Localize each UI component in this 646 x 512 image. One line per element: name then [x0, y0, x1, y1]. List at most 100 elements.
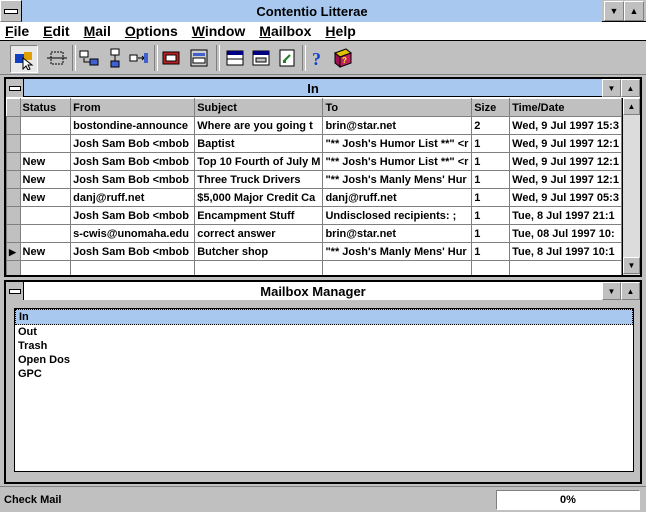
mailbox-manager-minimize[interactable]: ▼	[602, 282, 621, 300]
status-bar: Check Mail 0%	[0, 486, 646, 512]
maximize-icon: ▲	[629, 6, 639, 16]
row-selector[interactable]	[6, 152, 21, 171]
in-window-maximize[interactable]: ▲	[621, 79, 640, 97]
attach-icon	[279, 49, 295, 67]
book-button[interactable]: ?	[330, 45, 356, 71]
column-header-size[interactable]: Size	[471, 98, 511, 117]
progress-indicator: 0%	[496, 490, 640, 510]
minimize-icon: ▼	[607, 286, 616, 296]
cell-size: 1	[471, 134, 511, 153]
status-text: Check Mail	[4, 494, 62, 506]
select-button[interactable]	[44, 45, 70, 71]
row-selector[interactable]	[6, 134, 21, 153]
mailbox-item[interactable]: Trash	[15, 339, 633, 353]
address-book-button[interactable]	[186, 45, 212, 71]
forward-icon	[79, 50, 99, 66]
attach-button[interactable]	[274, 45, 300, 71]
mailbox-item[interactable]: Open Dos	[15, 353, 633, 367]
column-header-from[interactable]: From	[70, 98, 196, 117]
menu-window[interactable]: Window	[187, 23, 251, 39]
window2-icon	[252, 50, 270, 66]
print-icon	[162, 51, 180, 65]
reply-icon	[110, 48, 120, 68]
table-row[interactable]: Josh Sam Bob <mbob Baptist "** Josh's Hum…	[6, 134, 622, 153]
scroll-down-button[interactable]: ▼	[623, 257, 640, 274]
menu-file[interactable]: File	[0, 23, 34, 39]
cell-subject: Where are you going t	[194, 116, 324, 135]
in-window-system-menu[interactable]	[6, 79, 24, 97]
table-row[interactable]: New Josh Sam Bob <mbob Top 10 Fourth of J…	[6, 152, 622, 171]
cell-to: brin@star.net	[322, 224, 473, 243]
row-selector[interactable]	[6, 170, 21, 189]
empty-row	[6, 260, 622, 275]
table-row[interactable]: s-cwis@unomaha.edu correct answer brin@sta…	[6, 224, 622, 243]
in-window-minimize[interactable]: ▼	[602, 79, 621, 97]
forward-button[interactable]	[76, 45, 102, 71]
row-selector[interactable]	[6, 206, 21, 225]
mailbox-manager-maximize[interactable]: ▲	[621, 282, 640, 300]
column-header-subject[interactable]: Subject	[194, 98, 324, 117]
row-selector[interactable]	[6, 116, 21, 135]
column-header-to[interactable]: To	[322, 98, 473, 117]
tile-window-button[interactable]	[222, 45, 248, 71]
book-icon: ?	[333, 48, 353, 69]
menu-help[interactable]: Help	[320, 23, 360, 39]
system-menu-icon	[4, 8, 18, 14]
scroll-up-button[interactable]: ▲	[623, 98, 640, 115]
menu-mail[interactable]: Mail	[79, 23, 116, 39]
cell-size: 1	[471, 206, 511, 225]
app-title: Contentio Litterae	[22, 0, 602, 22]
cascade-window-button[interactable]	[248, 45, 274, 71]
minimize-button[interactable]: ▼	[604, 1, 624, 21]
cell-size: 2	[471, 116, 511, 135]
cell-size: 1	[471, 224, 511, 243]
mailbox-manager-system-menu[interactable]	[6, 282, 24, 300]
cell-status	[19, 224, 72, 243]
row-selector[interactable]	[6, 224, 21, 243]
row-selector[interactable]: ▶	[6, 242, 21, 261]
mailbox-item[interactable]: Out	[15, 325, 633, 339]
table-row[interactable]: Josh Sam Bob <mbob Encampment Stuff Undisc…	[6, 206, 622, 225]
system-menu-button[interactable]	[0, 0, 22, 22]
mailbox-item[interactable]: In	[15, 309, 633, 325]
system-menu-icon	[8, 85, 21, 91]
table-row[interactable]: bostondine-announce Where are you going t…	[6, 116, 622, 135]
cell-date: Tue, 8 Jul 1997 10:1	[509, 242, 622, 261]
minimize-icon: ▼	[607, 83, 616, 93]
print-button[interactable]	[158, 45, 184, 71]
message-list-scrollbar[interactable]: ▲ ▼	[622, 98, 640, 275]
arrow-up-icon: ▲	[627, 102, 636, 111]
cell-from: s-cwis@unomaha.edu	[70, 224, 196, 243]
check-mail-icon	[15, 52, 34, 70]
cell-from: Josh Sam Bob <mbob	[70, 152, 196, 171]
column-header-status[interactable]: Status	[19, 98, 72, 117]
table-row[interactable]: New danj@ruff.net $5,000 Major Credit Ca da…	[6, 188, 622, 207]
cell-from: Josh Sam Bob <mbob	[70, 134, 196, 153]
reply-button[interactable]	[102, 45, 128, 71]
help-icon: ?	[312, 49, 321, 69]
help-button[interactable]: ?	[304, 45, 330, 71]
toolbar: ? ?	[0, 41, 646, 75]
mailbox-item[interactable]: GPC	[15, 367, 633, 381]
svg-text:?: ?	[312, 49, 321, 69]
table-row[interactable]: ▶ New Josh Sam Bob <mbob Butcher shop "** J…	[6, 242, 622, 261]
cell-from: bostondine-announce	[70, 116, 196, 135]
column-header-time-date[interactable]: Time/Date	[509, 98, 622, 117]
menu-mailbox[interactable]: Mailbox	[254, 23, 316, 39]
cell-status	[19, 206, 72, 225]
table-row[interactable]: New Josh Sam Bob <mbob Three Truck Driver…	[6, 170, 622, 189]
redirect-icon	[129, 53, 148, 63]
cell-subject: Baptist	[194, 134, 324, 153]
maximize-button[interactable]: ▲	[624, 1, 644, 21]
mailbox-list[interactable]: In Out Trash Open Dos GPC	[14, 308, 634, 472]
cell-date: Wed, 9 Jul 1997 15:3	[509, 116, 622, 135]
row-selector[interactable]	[6, 188, 21, 207]
menu-options[interactable]: Options	[120, 23, 183, 39]
check-mail-button[interactable]	[10, 45, 38, 73]
cell-to: "** Josh's Manly Mens' Hur	[322, 170, 473, 189]
cell-date: Wed, 9 Jul 1997 12:1	[509, 152, 622, 171]
cell-date: Wed, 9 Jul 1997 12:1	[509, 170, 622, 189]
menu-edit[interactable]: Edit	[38, 23, 74, 39]
redirect-button[interactable]	[126, 45, 152, 71]
arrow-down-icon: ▼	[627, 261, 636, 270]
